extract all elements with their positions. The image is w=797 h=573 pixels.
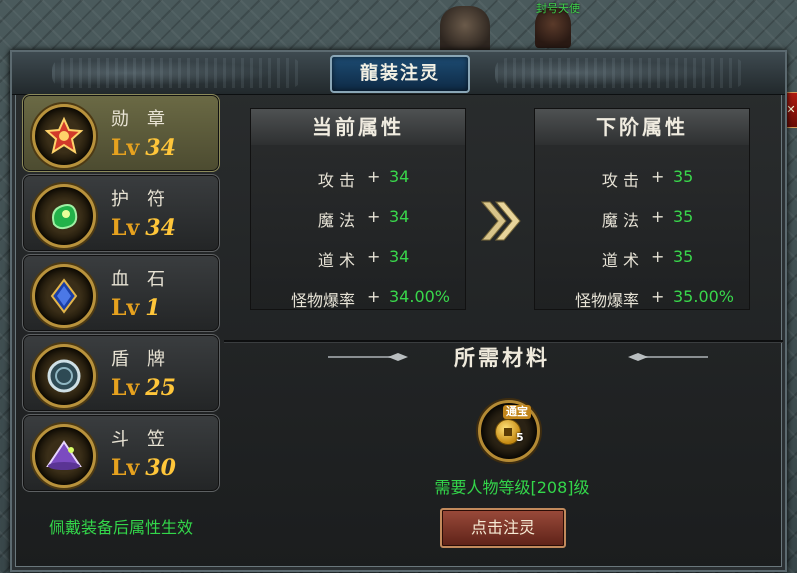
equip-name: 勋章 [111, 109, 183, 130]
current-attributes-panel: 当前属性 攻 击 +34 魔 法 +34 道 术 +34 怪物爆率 +34.00% [250, 108, 466, 310]
equip-level: Lv 1 [111, 295, 161, 321]
equip-name: 血石 [111, 269, 183, 290]
attr-row: 魔 法 +35 [601, 207, 694, 230]
equip-level: Lv 34 [111, 135, 176, 161]
double-arrow-icon [480, 201, 521, 241]
title-bar: 龍装注灵 [12, 52, 785, 95]
dragon-equip-window: 龍装注灵 勋章 Lv 34 护符 Lv 34 血石 Lv 1 盾牌 Lv 25 … [10, 50, 787, 572]
attr-row: 怪物爆率 +35.00% [574, 287, 735, 310]
ornament-left-icon [328, 353, 408, 361]
window-title: 龍装注灵 [330, 55, 470, 93]
level-requirement: 需要人物等级[208]级 [434, 478, 590, 497]
bloodstone-icon [32, 264, 96, 328]
equip-item-shield[interactable]: 盾牌 Lv 25 [22, 334, 220, 412]
next-attributes-panel: 下阶属性 攻 击 +35 魔 法 +35 道 术 +35 怪物爆率 +35.00% [534, 108, 750, 310]
attr-row: 道 术 +34 [317, 247, 410, 270]
equip-item-amulet[interactable]: 护符 Lv 34 [22, 174, 220, 252]
npc-name-label: 封号天使 [536, 2, 580, 15]
dragon-ornament-right [495, 58, 745, 88]
attr-row: 魔 法 +34 [317, 207, 410, 230]
amulet-icon [32, 184, 96, 248]
equip-level: Lv 30 [111, 455, 176, 481]
attr-row: 道 术 +35 [601, 247, 694, 270]
attr-row: 怪物爆率 +34.00% [290, 287, 451, 310]
equip-name: 斗笠 [111, 429, 183, 450]
equip-hint: 佩戴装备后属性生效 [48, 518, 193, 537]
ornament-right-icon [628, 353, 708, 361]
dragon-ornament-left [52, 58, 302, 88]
attr-row: 攻 击 +34 [317, 167, 410, 190]
next-attributes-title: 下阶属性 [535, 109, 749, 145]
equip-level: Lv 34 [111, 215, 176, 241]
inject-spirit-button[interactable]: 点击注灵 [440, 508, 566, 548]
equip-item-bloodstone[interactable]: 血石 Lv 1 [22, 254, 220, 332]
equip-item-medal[interactable]: 勋章 Lv 34 [22, 94, 220, 172]
materials-title: 所需材料 [454, 345, 550, 370]
equip-item-hat[interactable]: 斗笠 Lv 30 [22, 414, 220, 492]
material-slot[interactable]: 通宝 5 [478, 400, 540, 462]
material-tag: 通宝 [503, 405, 531, 419]
equip-level: Lv 25 [111, 375, 176, 401]
shield-icon [32, 344, 96, 408]
material-count: 5 [516, 431, 524, 444]
equip-name: 护符 [111, 189, 183, 210]
hat-icon [32, 424, 96, 488]
current-attributes-title: 当前属性 [251, 109, 465, 145]
attr-row: 攻 击 +35 [601, 167, 694, 190]
medal-icon [32, 104, 96, 168]
npc-character[interactable] [440, 6, 490, 54]
equip-name: 盾牌 [111, 349, 183, 370]
